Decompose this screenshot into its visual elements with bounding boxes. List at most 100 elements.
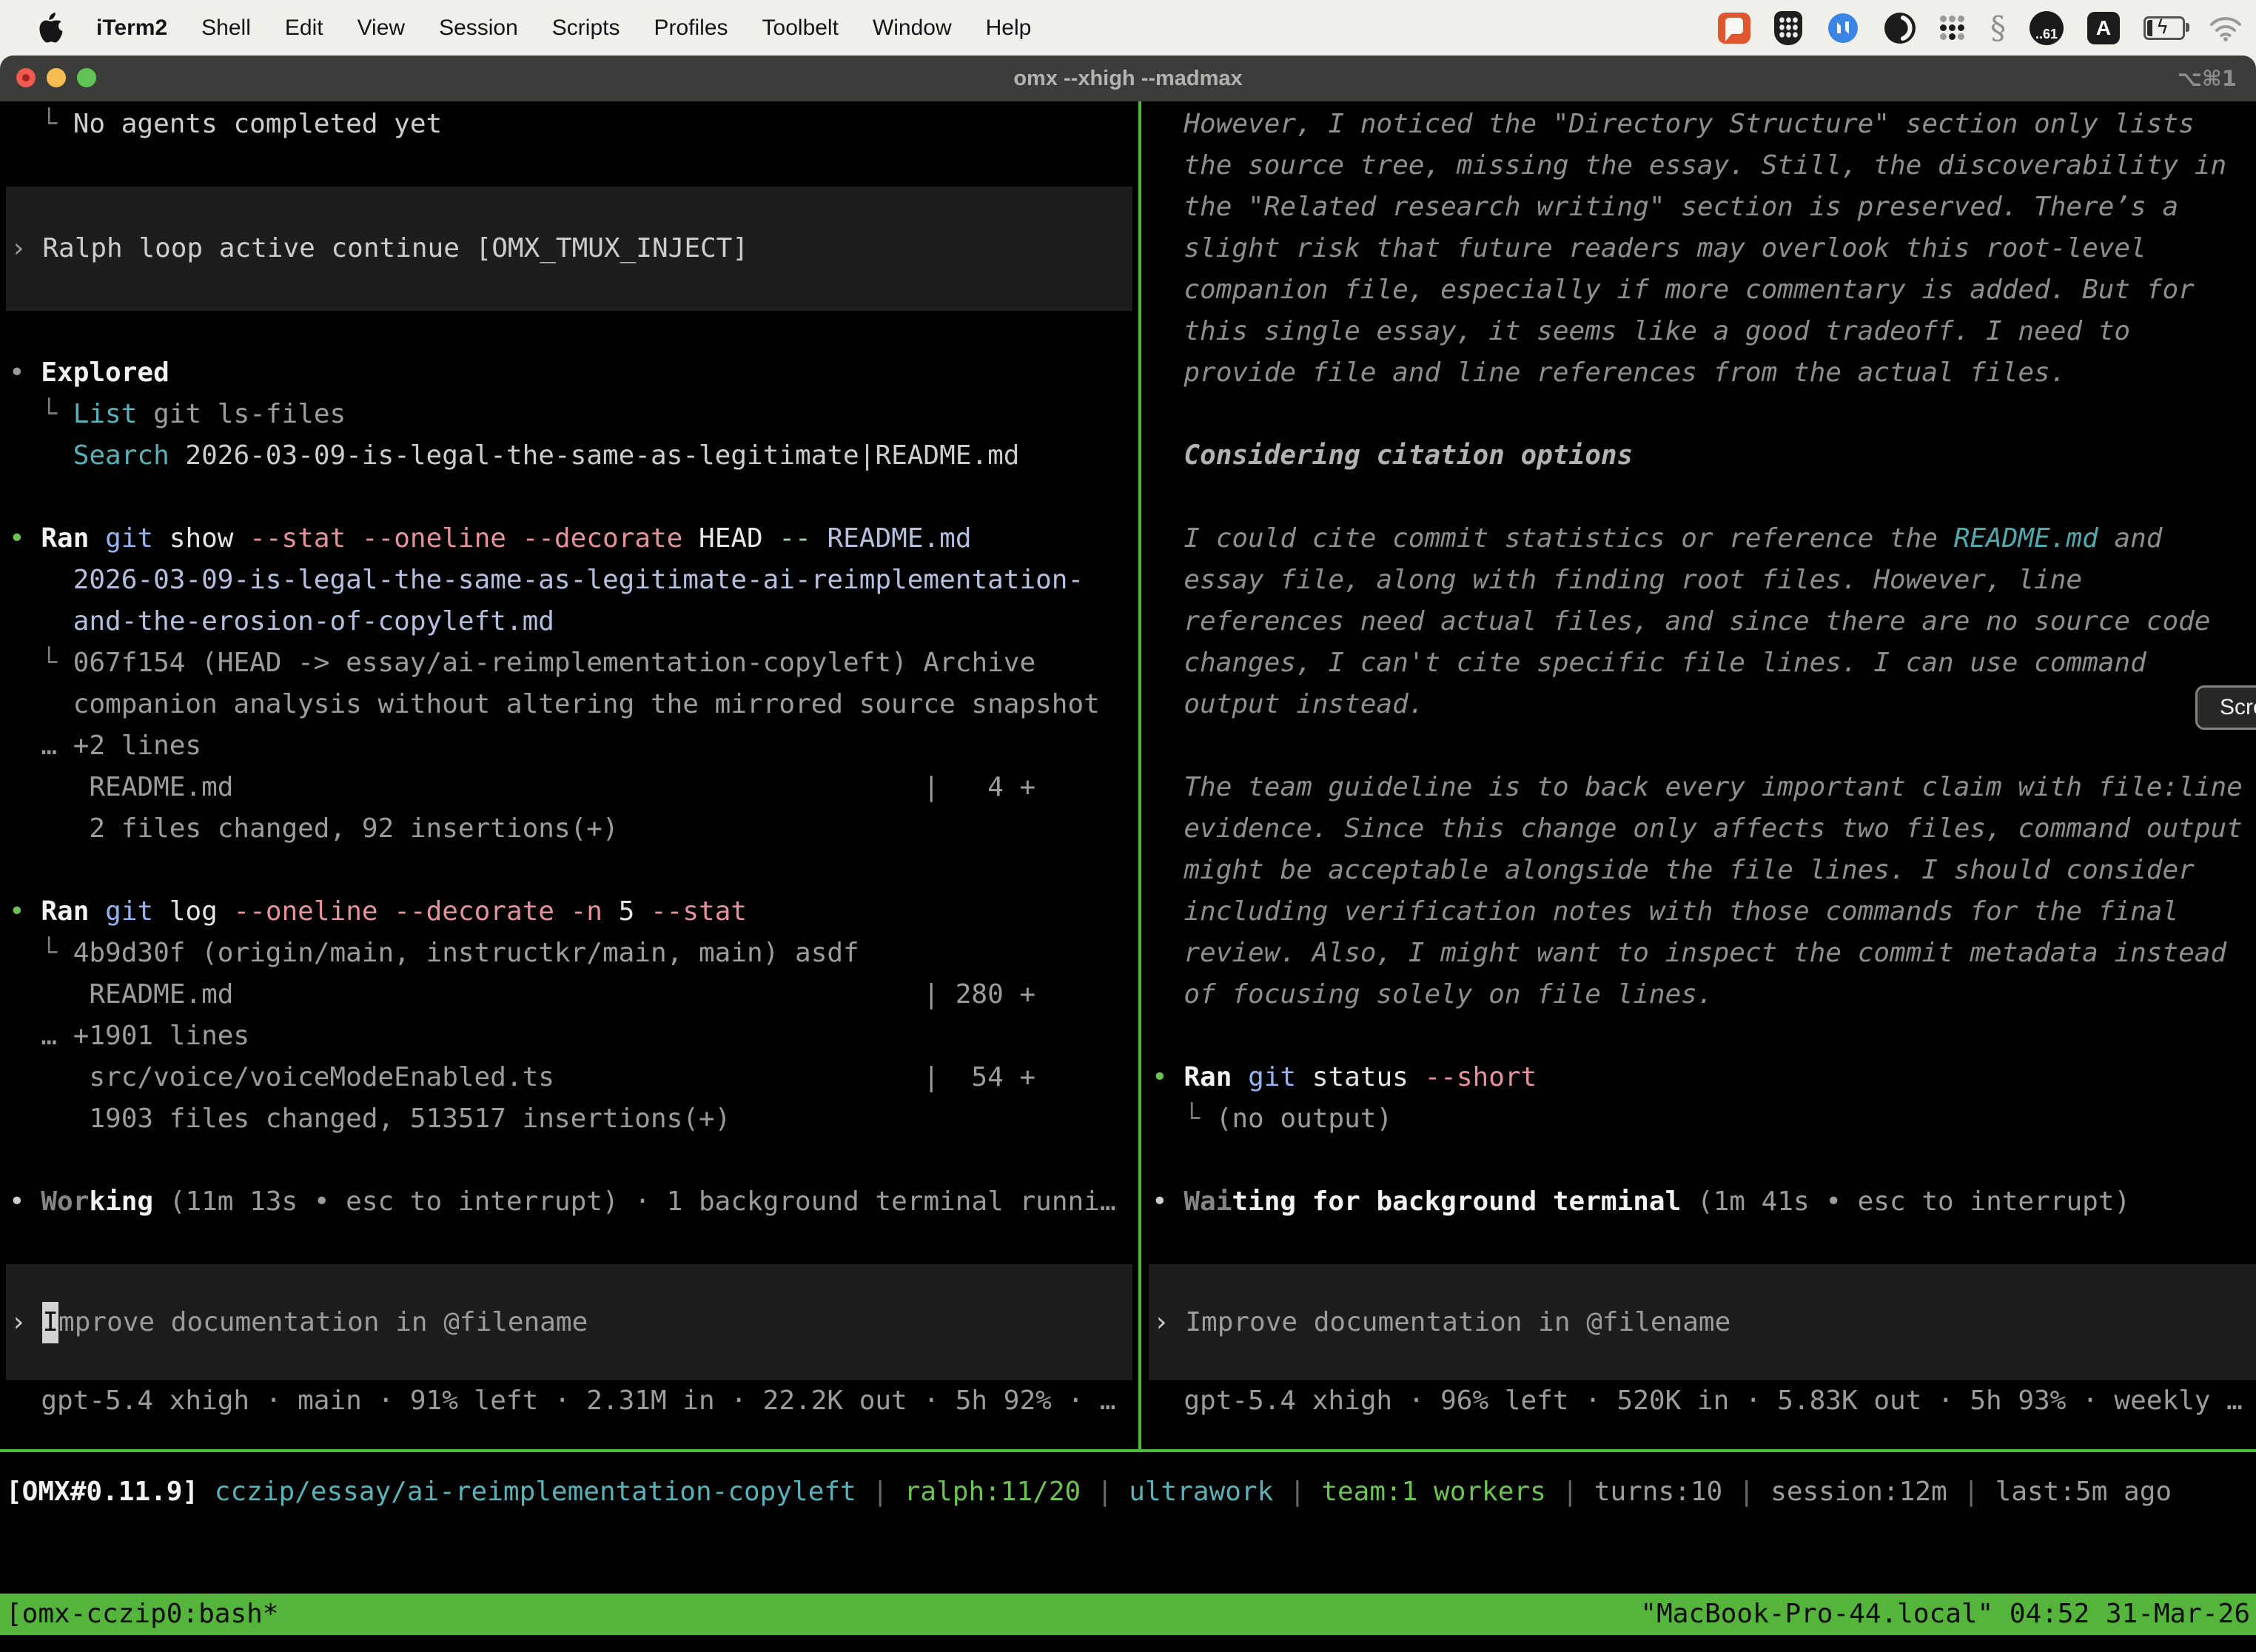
- text-segment: [9, 606, 73, 637]
- terminal-line: 1903 files changed, 513517 insertions(+): [9, 1098, 1138, 1140]
- terminal: └ No agents completed yet› Ralph loop ac…: [0, 101, 2256, 1449]
- text-segment: However, I noticed the "Directory Struct…: [1152, 109, 2195, 139]
- screen-popup[interactable]: Scre: [2195, 685, 2256, 730]
- menu-scripts[interactable]: Scripts: [552, 16, 620, 41]
- menu-edit[interactable]: Edit: [285, 16, 323, 41]
- terminal-line: README.md | 4 +: [9, 767, 1138, 808]
- text-segment: mprove documentation in @filename: [58, 1302, 588, 1343]
- tmux-host-clock: "MacBook-Pro-44.local" 04:52 31-Mar-26: [1640, 1594, 2250, 1635]
- menu-toolbelt[interactable]: Toolbelt: [762, 16, 839, 41]
- right-pane[interactable]: However, I noticed the "Directory Struct…: [1143, 101, 2256, 1449]
- text-segment: [1232, 1062, 1248, 1092]
- terminal-line: … +2 lines: [9, 725, 1138, 767]
- blank-line: [1152, 1015, 2256, 1057]
- text-segment: |: [1947, 1477, 1995, 1507]
- blank-line: [1152, 1223, 2256, 1264]
- text-segment: the "Related research writing" section i…: [1152, 192, 2178, 222]
- menu-bar: iTerm2 Shell Edit View Session Scripts Profile…: [0, 0, 2256, 56]
- text-segment: •: [9, 1186, 41, 1217]
- terminal-line: └ 4b9d30f (origin/main, instructkr/main,…: [9, 933, 1138, 974]
- text-segment: •: [9, 523, 41, 554]
- text-segment: Explored: [41, 357, 169, 388]
- text-segment: README.md | 4 +: [9, 772, 1035, 802]
- text-segment: gpt-5.4 xhigh · main · 91% left · 2.31M …: [9, 1386, 1116, 1416]
- text-segment: Ran: [1184, 1062, 1232, 1092]
- text-segment: (1m 41s • esc to interrupt): [1681, 1186, 2130, 1217]
- pane-divider[interactable]: [1138, 101, 1141, 1449]
- prompt-input-left[interactable]: › Improve documentation in @filename: [6, 1264, 1132, 1380]
- tmux-session-window[interactable]: [omx-cczip0:bash*: [6, 1594, 278, 1635]
- menu-help[interactable]: Help: [986, 16, 1032, 41]
- terminal-line: might be acceptable alongside the file l…: [1152, 850, 2256, 891]
- text-segment: changes, I can't cite specific file line…: [1152, 648, 2146, 678]
- text-segment: I could cite commit statistics or refere…: [1152, 523, 1954, 554]
- shield-grid-icon[interactable]: [1774, 11, 1802, 45]
- text-segment: git: [105, 523, 153, 554]
- text-segment: Wai: [1184, 1186, 1232, 1217]
- battery-icon[interactable]: ϟ: [2143, 16, 2185, 40]
- ran-git-status: • Ran git status --short: [1152, 1057, 2256, 1098]
- text-segment: team:1 workers: [1321, 1477, 1545, 1507]
- text-segment: •: [9, 357, 41, 388]
- badge-61-icon[interactable]: ..61: [2030, 11, 2064, 45]
- terminal-line: and-the-erosion-of-copyleft.md: [9, 601, 1138, 642]
- text-segment: … +2 lines: [9, 731, 201, 761]
- terminal-line: the "Related research writing" section i…: [1152, 187, 2256, 228]
- terminal-line: companion analysis without altering the …: [9, 684, 1138, 725]
- dots-grid-icon[interactable]: [1940, 15, 1967, 41]
- text-segment: •: [1152, 1186, 1184, 1217]
- text-segment: references need actual files, and since …: [1152, 606, 2210, 637]
- text-segment: (11m 13s • esc to interrupt) · 1 backgro…: [153, 1186, 1115, 1217]
- menu-iterm2[interactable]: iTerm2: [96, 16, 167, 41]
- session-stats-left: gpt-5.4 xhigh · main · 91% left · 2.31M …: [9, 1380, 1138, 1422]
- terminal-line: evidence. Since this change only affects…: [1152, 808, 2256, 850]
- text-segment: log: [153, 896, 233, 927]
- terminal-line: including verification notes with those …: [1152, 891, 2256, 933]
- text-segment: [9, 440, 73, 471]
- wifi-icon[interactable]: [2209, 15, 2243, 41]
- tmux-status-bar: [omx-cczip0:bash* "MacBook-Pro-44.local"…: [0, 1594, 2256, 1635]
- terminal-line: └ 067f154 (HEAD -> essay/ai-reimplementa…: [9, 642, 1138, 684]
- menu-view[interactable]: View: [357, 16, 405, 41]
- blank-line: [1152, 394, 2256, 435]
- blue-badge-icon[interactable]: [1826, 11, 1860, 45]
- blank-line: [9, 311, 1138, 352]
- menu-shell[interactable]: Shell: [201, 16, 251, 41]
- text-segment: Search: [73, 440, 169, 471]
- terminal-line: output instead.: [1152, 684, 2256, 725]
- left-pane[interactable]: └ No agents completed yet› Ralph loop ac…: [0, 101, 1138, 1449]
- text-segment: review. Also, I might want to inspect th…: [1152, 938, 2226, 968]
- squiggle-icon[interactable]: §: [1990, 13, 2006, 44]
- moon-circle-icon[interactable]: [1884, 12, 1916, 44]
- menubar-status-icons: § ..61 A ϟ: [1718, 0, 2243, 56]
- text-segment: README.md | 280 +: [9, 979, 1035, 1010]
- prompt-input-right[interactable]: › Improve documentation in @filename: [1149, 1264, 2256, 1380]
- text-segment: README.md: [827, 523, 971, 554]
- text-segment: show: [153, 523, 249, 554]
- menu-profiles[interactable]: Profiles: [654, 16, 728, 41]
- menu-window[interactable]: Window: [873, 16, 952, 41]
- explored-list: └ List git ls-files: [9, 394, 1138, 435]
- text-segment: [OMX#0.11.9]: [6, 1477, 215, 1507]
- text-segment: |: [856, 1477, 904, 1507]
- terminal-line: slight risk that future readers may over…: [1152, 228, 2256, 269]
- text-segment: --stat: [651, 896, 747, 927]
- text-segment: output instead.: [1152, 689, 1424, 719]
- blank-line: [9, 1140, 1138, 1181]
- text-segment: └: [1152, 1104, 1216, 1134]
- text-segment: README.md: [1954, 523, 2098, 554]
- text-segment: 5: [602, 896, 651, 927]
- apple-logo-icon[interactable]: [38, 13, 64, 44]
- text-segment: Wor: [41, 1186, 89, 1217]
- text-segment: 067f154 (HEAD -> essay/ai-reimplementati…: [73, 648, 1035, 678]
- menu-session[interactable]: Session: [439, 16, 518, 41]
- terminal-line: the source tree, missing the essay. Stil…: [1152, 145, 2256, 187]
- text-segment: |: [1273, 1477, 1321, 1507]
- messages-icon[interactable]: [1718, 13, 1750, 44]
- text-segment: Improve documentation in @filename: [1185, 1302, 1730, 1343]
- terminal-line: changes, I can't cite specific file line…: [1152, 642, 2256, 684]
- text-segment: └: [9, 399, 73, 429]
- terminal-line: 2026-03-09-is-legal-the-same-as-legitima…: [9, 560, 1138, 601]
- a-badge-icon[interactable]: A: [2087, 12, 2120, 44]
- text-segment: ralph:11/20: [904, 1477, 1081, 1507]
